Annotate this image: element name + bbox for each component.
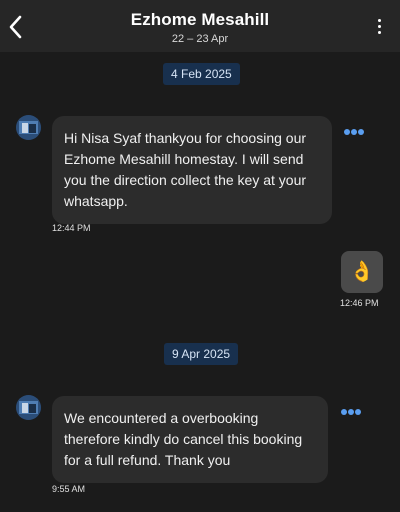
incoming-message-bubble: We encountered a overbooking therefore k…: [52, 396, 328, 483]
incoming-message-bubble: Hi Nisa Syaf thankyou for choosing our E…: [52, 116, 332, 224]
chat-header: Ezhome Mesahill 22 – 23 Apr: [0, 0, 400, 52]
date-separator: 4 Feb 2025: [163, 63, 240, 85]
message-options-button[interactable]: [344, 122, 366, 135]
message-options-button[interactable]: [341, 402, 363, 415]
outgoing-message-bubble: 👌: [341, 251, 383, 293]
horizontal-ellipsis-icon: [341, 409, 347, 415]
date-separator: 9 Apr 2025: [164, 343, 239, 365]
message-timestamp: 12:46 PM: [340, 298, 379, 308]
message-timestamp: 12:44 PM: [52, 223, 91, 233]
more-options-button[interactable]: [376, 19, 382, 37]
vertical-ellipsis-icon: [377, 19, 381, 22]
horizontal-ellipsis-icon: [344, 129, 350, 135]
host-avatar[interactable]: [16, 395, 41, 420]
message-timestamp: 9:55 AM: [52, 484, 86, 494]
host-photo: [16, 395, 41, 420]
conversation-title: Ezhome Mesahill: [130, 10, 270, 29]
booking-dates: 22 – 23 Apr: [171, 33, 229, 45]
host-photo: [16, 115, 41, 140]
host-avatar[interactable]: [16, 115, 41, 140]
